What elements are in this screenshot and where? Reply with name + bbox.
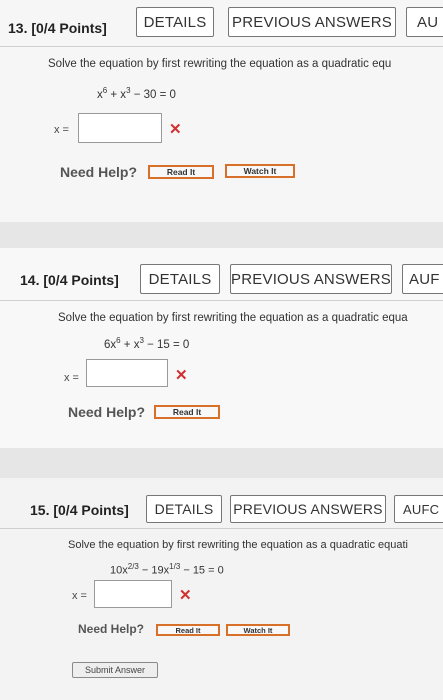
problem-instruction: Solve the equation by first rewriting th…	[48, 58, 392, 70]
details-button[interactable]: DETAILS	[146, 495, 222, 523]
author-button[interactable]: AUF	[402, 264, 443, 294]
header-divider	[0, 528, 443, 529]
problem-title: 15. [0/4 Points]	[30, 502, 129, 518]
incorrect-icon: ✕	[175, 367, 188, 384]
header-divider	[0, 300, 443, 301]
x-label: x =	[64, 372, 79, 384]
problem-13: 13. [0/4 Points] DETAILS PREVIOUS ANSWER…	[0, 0, 443, 222]
need-help-label: Need Help?	[60, 164, 138, 180]
problem-14: 14. [0/4 Points] DETAILS PREVIOUS ANSWER…	[0, 248, 443, 448]
details-button[interactable]: DETAILS	[136, 7, 214, 37]
equation: 10x2/3 − 19x1/3 − 15 = 0	[110, 562, 224, 577]
answer-input[interactable]	[86, 359, 168, 387]
incorrect-icon: ✕	[179, 587, 192, 604]
read-it-button[interactable]: Read It	[154, 405, 220, 419]
x-label: x =	[72, 590, 87, 602]
watch-it-button[interactable]: Watch It	[226, 624, 290, 636]
problem-title: 14. [0/4 Points]	[20, 272, 119, 288]
problem-15: 15. [0/4 Points] DETAILS PREVIOUS ANSWER…	[0, 478, 443, 700]
details-button[interactable]: DETAILS	[140, 264, 220, 294]
previous-answers-button[interactable]: PREVIOUS ANSWERS	[230, 495, 386, 523]
need-help-label: Need Help?	[68, 404, 146, 420]
equation: x6 + x3 − 30 = 0	[97, 86, 176, 101]
watch-it-button[interactable]: Watch It	[225, 164, 295, 178]
answer-input[interactable]	[78, 113, 162, 143]
x-label: x =	[54, 124, 69, 136]
previous-answers-button[interactable]: PREVIOUS ANSWERS	[230, 264, 392, 294]
submit-answer-button[interactable]: Submit Answer	[72, 662, 158, 678]
problem-instruction: Solve the equation by first rewriting th…	[58, 312, 408, 324]
author-button[interactable]: AUFC	[394, 495, 443, 523]
incorrect-icon: ✕	[169, 121, 182, 138]
header-divider	[0, 46, 443, 47]
read-it-button[interactable]: Read It	[148, 165, 214, 179]
read-it-button[interactable]: Read It	[156, 624, 220, 636]
answer-input[interactable]	[94, 580, 172, 608]
previous-answers-button[interactable]: PREVIOUS ANSWERS	[228, 7, 396, 37]
equation: 6x6 + x3 − 15 = 0	[104, 336, 190, 351]
problem-header: 15. [0/4 Points] DETAILS PREVIOUS ANSWER…	[0, 478, 443, 528]
problem-instruction: Solve the equation by first rewriting th…	[68, 539, 408, 551]
problem-header: 14. [0/4 Points] DETAILS PREVIOUS ANSWER…	[0, 248, 443, 298]
problem-header: 13. [0/4 Points] DETAILS PREVIOUS ANSWER…	[0, 0, 443, 50]
need-help-label: Need Help?	[78, 622, 145, 636]
author-button[interactable]: AU	[406, 7, 443, 37]
problem-title: 13. [0/4 Points]	[8, 20, 107, 36]
